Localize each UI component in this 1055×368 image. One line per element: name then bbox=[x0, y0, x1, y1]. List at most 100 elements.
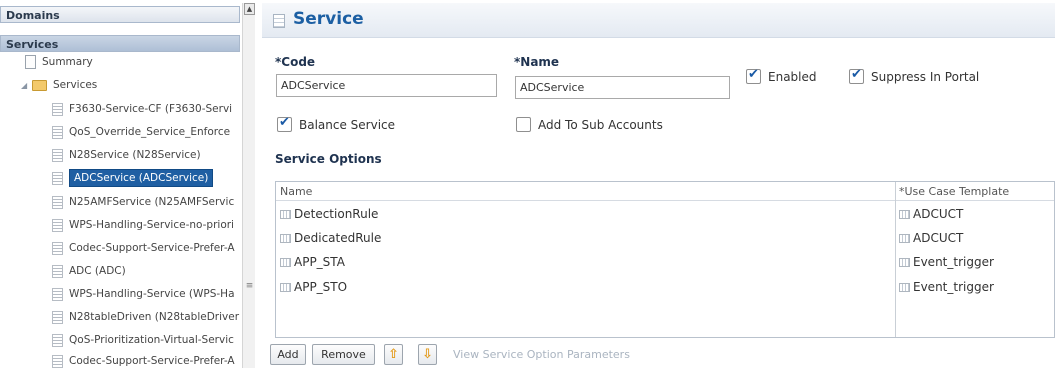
tree-item-label: ADC (ADC) bbox=[69, 265, 126, 277]
service-icon bbox=[52, 310, 63, 324]
tree-item-label: ADCService (ADCService) bbox=[69, 169, 214, 187]
name-input[interactable] bbox=[515, 76, 730, 99]
service-icon bbox=[52, 241, 63, 255]
name-cell-text: DedicatedRule bbox=[294, 231, 382, 245]
name-cell-text: APP_STA bbox=[294, 255, 345, 269]
tree-item-service[interactable]: N28Service (N28Service) bbox=[52, 144, 201, 166]
expand-arrow-icon[interactable]: ◢ bbox=[21, 75, 27, 97]
tree-item-service[interactable]: F3630-Service-CF (F3630-Servi bbox=[52, 98, 232, 120]
column-header-use-case-template[interactable]: *Use Case Template bbox=[899, 185, 1009, 198]
scroll-up-arrow-icon[interactable]: ▲ bbox=[244, 3, 255, 15]
tree-item-service[interactable]: Codec-Support-Service-Prefer-A bbox=[52, 237, 235, 259]
tree-item-label: N25AMFService (N25AMFServic bbox=[69, 196, 235, 208]
tree-item-label: WPS-Handling-Service (WPS-Ha bbox=[69, 288, 235, 300]
accordion-services-header[interactable]: Services bbox=[0, 35, 240, 52]
tree-item-service[interactable]: WPS-Handling-Service-no-priori bbox=[52, 214, 234, 236]
grid-header: Name *Use Case Template bbox=[276, 182, 1054, 201]
tree-item-label: QoS_Override_Service_Enforce bbox=[69, 126, 231, 138]
name-cell: APP_STO bbox=[280, 280, 347, 294]
add-to-sub-accounts-label: Add To Sub Accounts bbox=[538, 117, 663, 132]
option-icon bbox=[280, 233, 291, 243]
template-cell: ADCUCT bbox=[899, 207, 963, 221]
move-up-arrow-icon[interactable]: ⇧ bbox=[384, 344, 403, 365]
column-header-name[interactable]: Name bbox=[280, 185, 312, 198]
code-input[interactable] bbox=[276, 74, 497, 97]
template-icon bbox=[899, 233, 910, 243]
tree-item-label: WPS-Handling-Service-no-priori bbox=[69, 219, 234, 231]
template-cell-text: Event_trigger bbox=[913, 280, 994, 294]
service-icon bbox=[52, 102, 63, 116]
move-down-arrow-icon[interactable]: ⇩ bbox=[418, 344, 437, 365]
service-icon bbox=[52, 333, 63, 347]
option-icon bbox=[280, 209, 291, 219]
navigation-pane: Domains Services Summary ◢ Services F363… bbox=[0, 0, 257, 368]
template-icon bbox=[899, 209, 910, 219]
table-row[interactable]: APP_STA Event_trigger bbox=[276, 250, 1054, 274]
tree-item-label: F3630-Service-CF (F3630-Servi bbox=[69, 103, 233, 115]
table-row[interactable]: DetectionRule ADCUCT bbox=[276, 202, 1054, 226]
page-title: Service bbox=[293, 9, 364, 29]
tree-item-label: Summary bbox=[42, 56, 93, 68]
enabled-label: Enabled bbox=[768, 69, 817, 84]
tree-item-service[interactable]: WPS-Handling-Service (WPS-Ha bbox=[52, 283, 235, 305]
option-icon bbox=[280, 257, 291, 267]
checkbox-checked-icon[interactable] bbox=[746, 67, 761, 84]
template-icon bbox=[899, 282, 910, 292]
service-detail-pane: Service *Code *Name Enabled Suppress In … bbox=[262, 0, 1055, 368]
suppress-in-portal-label: Suppress In Portal bbox=[871, 69, 980, 84]
tree-item-label: Codec-Support-Service-Prefer-A bbox=[69, 242, 235, 254]
service-icon bbox=[52, 125, 63, 139]
tree-item-services-folder[interactable]: ◢ Services bbox=[21, 74, 97, 96]
folder-icon bbox=[32, 79, 47, 91]
tree-item-service[interactable]: QoS_Override_Service_Enforce bbox=[52, 121, 230, 143]
service-icon bbox=[52, 171, 63, 185]
checkbox-checked-icon[interactable] bbox=[849, 67, 864, 84]
name-cell: DedicatedRule bbox=[280, 231, 381, 245]
template-cell-text: ADCUCT bbox=[913, 231, 964, 245]
name-cell-text: DetectionRule bbox=[294, 207, 379, 221]
accordion-domains-header[interactable]: Domains bbox=[0, 6, 240, 23]
tree-item-label: QoS-Prioritization-Virtual-Servic bbox=[69, 334, 234, 346]
template-icon bbox=[899, 257, 910, 267]
tree-item-label: Services bbox=[53, 79, 98, 91]
table-row[interactable]: DedicatedRule ADCUCT bbox=[276, 226, 1054, 250]
tree-item-summary[interactable]: Summary bbox=[25, 51, 93, 73]
tree-scrollbar[interactable]: ▲ ≡ bbox=[242, 3, 255, 368]
suppress-in-portal-checkbox[interactable]: Suppress In Portal bbox=[849, 67, 980, 84]
template-cell: ADCUCT bbox=[899, 231, 963, 245]
tree-item-service-selected[interactable]: ADCService (ADCService) bbox=[52, 167, 214, 189]
service-icon bbox=[52, 218, 63, 232]
document-icon bbox=[25, 55, 36, 69]
scroll-grip-icon[interactable]: ≡ bbox=[245, 282, 254, 295]
tree-item-label: Codec-Support-Service-Prefer-A bbox=[69, 355, 235, 367]
service-icon bbox=[52, 148, 63, 162]
service-options-grid: Name *Use Case Template DetectionRule AD… bbox=[275, 181, 1055, 338]
add-to-sub-accounts-checkbox[interactable]: Add To Sub Accounts bbox=[516, 117, 663, 132]
add-button[interactable]: Add bbox=[270, 344, 306, 365]
tree-item-label: N28tableDriven (N28tableDriver bbox=[69, 311, 240, 323]
enabled-checkbox[interactable]: Enabled bbox=[746, 67, 817, 84]
service-icon bbox=[273, 14, 285, 28]
service-options-heading: Service Options bbox=[275, 152, 382, 166]
table-row[interactable]: APP_STO Event_trigger bbox=[276, 275, 1054, 299]
tree-item-service[interactable]: Codec-Support-Service-Prefer-A bbox=[52, 350, 235, 368]
template-cell-text: Event_trigger bbox=[913, 255, 994, 269]
service-icon bbox=[52, 287, 63, 301]
template-cell-text: ADCUCT bbox=[913, 207, 964, 221]
tree-item-service[interactable]: N25AMFService (N25AMFServic bbox=[52, 191, 234, 213]
checkbox-unchecked-icon[interactable] bbox=[516, 117, 531, 132]
tree-item-service[interactable]: QoS-Prioritization-Virtual-Servic bbox=[52, 329, 234, 351]
tree-item-label: N28Service (N28Service) bbox=[69, 149, 201, 161]
checkbox-checked-icon[interactable] bbox=[277, 115, 292, 132]
balance-service-checkbox[interactable]: Balance Service bbox=[277, 115, 396, 132]
name-cell: APP_STA bbox=[280, 255, 345, 269]
name-label: *Name bbox=[514, 55, 560, 69]
template-cell: Event_trigger bbox=[899, 255, 994, 269]
view-service-option-parameters-link[interactable]: View Service Option Parameters bbox=[453, 348, 630, 361]
tree-item-service[interactable]: N28tableDriven (N28tableDriver bbox=[52, 306, 239, 328]
remove-button[interactable]: Remove bbox=[312, 344, 375, 365]
title-bar: Service bbox=[262, 3, 1055, 38]
tree-item-service[interactable]: ADC (ADC) bbox=[52, 260, 126, 282]
balance-service-label: Balance Service bbox=[299, 117, 396, 132]
name-cell-text: APP_STO bbox=[294, 280, 348, 294]
